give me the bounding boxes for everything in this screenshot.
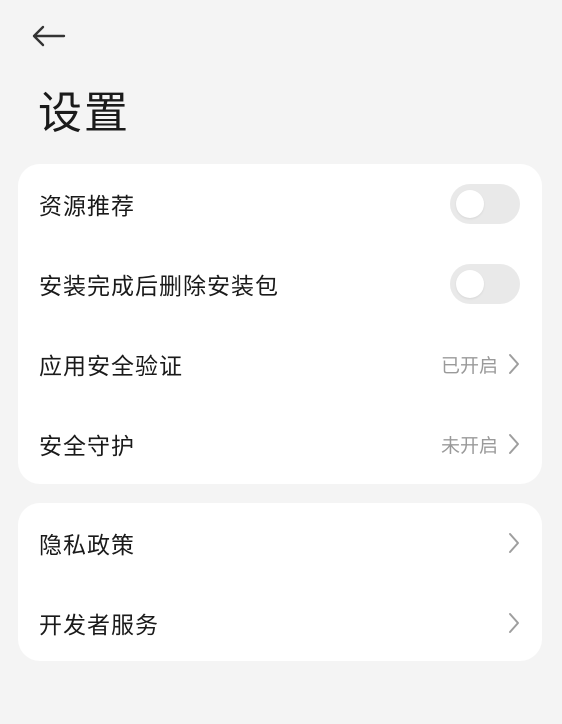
settings-card-about: 隐私政策 开发者服务 — [18, 503, 542, 661]
arrow-left-icon — [32, 25, 66, 47]
privacy-policy-row[interactable]: 隐私政策 — [18, 503, 542, 583]
toggle-knob — [456, 270, 484, 298]
settings-card-general: 资源推荐 安装完成后删除安装包 应用安全验证 已开启 安全守护 未开启 — [18, 164, 542, 484]
security-guard-label: 安全守护 — [39, 434, 135, 460]
delete-package-after-install-row: 安装完成后删除安装包 — [18, 244, 542, 324]
chevron-right-icon — [508, 532, 520, 554]
chevron-right-icon — [508, 353, 520, 375]
security-guard-row[interactable]: 安全守护 未开启 — [18, 404, 542, 484]
back-button[interactable] — [30, 16, 80, 56]
chevron-right-icon — [508, 612, 520, 634]
resource-recommendation-row: 资源推荐 — [18, 164, 542, 244]
delete-package-after-install-toggle[interactable] — [450, 264, 520, 304]
chevron-right-icon — [508, 433, 520, 455]
toggle-knob — [456, 190, 484, 218]
developer-services-label: 开发者服务 — [39, 613, 159, 639]
privacy-policy-label: 隐私政策 — [39, 533, 135, 559]
app-security-verification-row[interactable]: 应用安全验证 已开启 — [18, 324, 542, 404]
delete-package-after-install-label: 安装完成后删除安装包 — [39, 274, 279, 300]
app-security-verification-status: 已开启 — [440, 354, 498, 377]
resource-recommendation-toggle[interactable] — [450, 184, 520, 224]
developer-services-row[interactable]: 开发者服务 — [18, 583, 542, 663]
security-guard-status: 未开启 — [440, 434, 498, 457]
app-security-verification-label: 应用安全验证 — [39, 354, 183, 380]
resource-recommendation-label: 资源推荐 — [39, 194, 135, 220]
page-title: 设置 — [38, 88, 130, 139]
